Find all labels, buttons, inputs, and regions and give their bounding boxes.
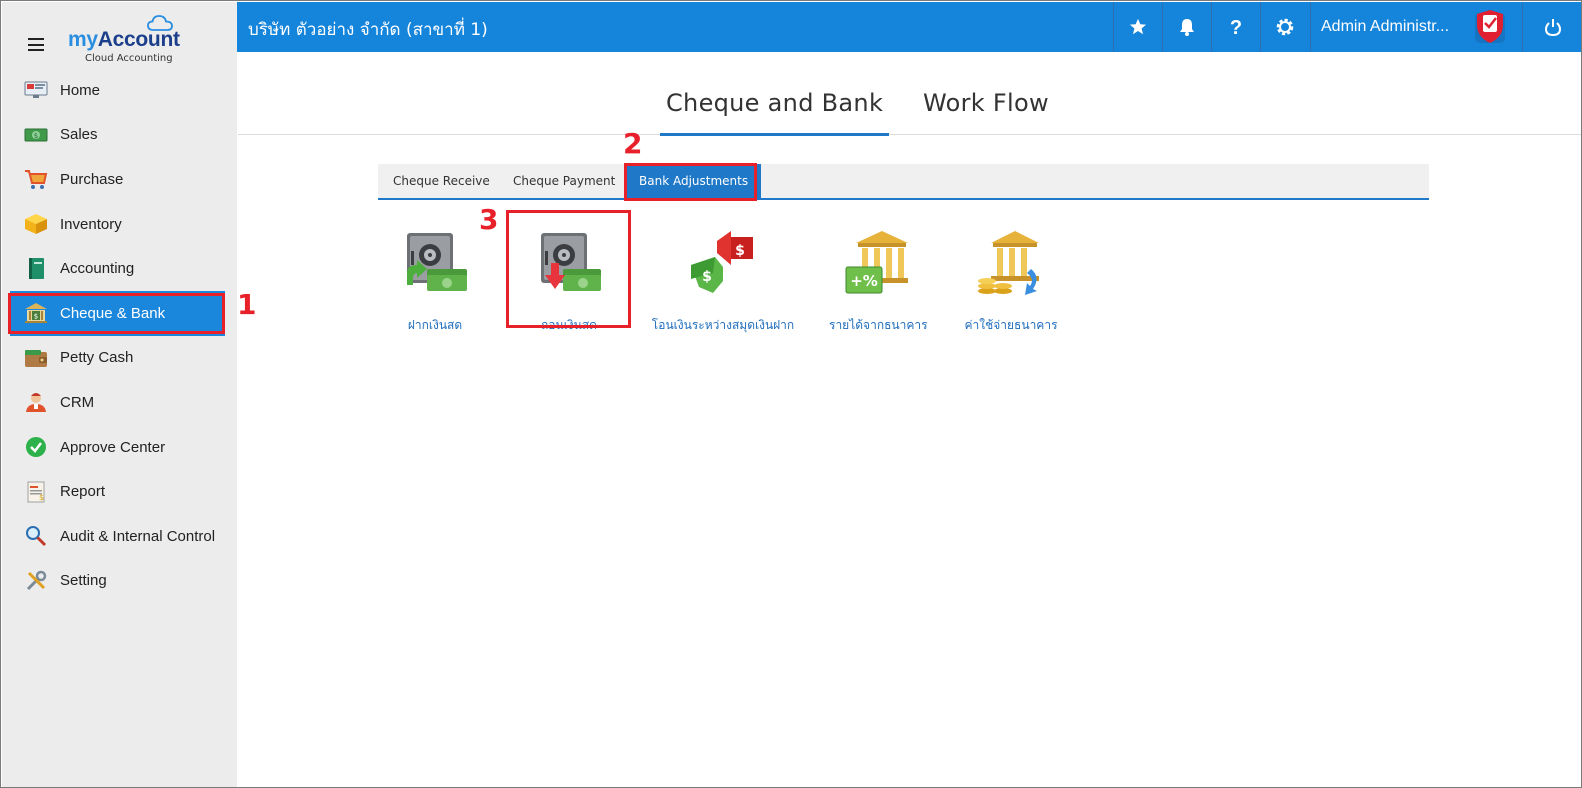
book-icon bbox=[24, 257, 48, 281]
tab-cheque-receive[interactable]: Cheque Receive bbox=[393, 164, 490, 198]
home-monitor-icon bbox=[24, 78, 48, 102]
tile-label: ค่าใช้จ่ายธนาคาร bbox=[964, 318, 1058, 332]
company-name[interactable]: บริษัท ตัวอย่าง จำกัด (สาขาที่ 1) bbox=[248, 16, 488, 43]
safe-deposit-icon bbox=[407, 233, 467, 291]
svg-text:+%: +% bbox=[850, 272, 878, 290]
help-icon[interactable]: ? bbox=[1211, 2, 1260, 52]
report-icon: $ bbox=[24, 480, 48, 504]
gear-icon[interactable] bbox=[1260, 2, 1309, 52]
svg-text:?: ? bbox=[1230, 17, 1242, 37]
tile-label: โอนเงินระหว่างสมุดเงินฝาก bbox=[651, 318, 795, 332]
user-menu[interactable]: Admin Administr... bbox=[1310, 2, 1475, 52]
power-icon[interactable] bbox=[1522, 2, 1581, 52]
annotation-box-3 bbox=[506, 210, 631, 328]
sidebar-item-accounting[interactable]: Accounting bbox=[2, 246, 237, 291]
sidebar-item-setting[interactable]: Setting bbox=[2, 559, 237, 604]
tab-work-flow[interactable]: Work Flow bbox=[923, 89, 1049, 117]
brand-name: myAccount bbox=[68, 28, 180, 51]
sidebar-nav: Home $ Sales Purchase Inventory Accounti… bbox=[2, 68, 237, 603]
tile-label: ฝากเงินสด bbox=[407, 318, 463, 332]
check-circle-icon bbox=[24, 435, 48, 459]
menu-icon[interactable] bbox=[28, 38, 44, 51]
tile-bank-expense[interactable]: ค่าใช้จ่ายธนาคาร bbox=[963, 229, 1059, 335]
sidebar-item-audit[interactable]: Audit & Internal Control bbox=[2, 514, 237, 559]
app-window: myAccount Cloud Accounting Home $ Sales bbox=[0, 0, 1582, 788]
money-transfer-icon: $ $ bbox=[691, 231, 753, 293]
box-icon bbox=[24, 212, 48, 236]
svg-text:$: $ bbox=[702, 269, 712, 285]
sidebar-item-crm[interactable]: CRM bbox=[2, 380, 237, 425]
tab-cheque-payment[interactable]: Cheque Payment bbox=[513, 164, 615, 198]
sidebar-item-home[interactable]: Home bbox=[2, 68, 237, 113]
annotation-number-3: 3 bbox=[479, 203, 499, 236]
tile-transfer-between-accounts[interactable]: $ $ โอนเงินระหว่างสมุดเงินฝาก bbox=[651, 229, 795, 335]
sidebar-item-approve-center[interactable]: Approve Center bbox=[2, 425, 237, 470]
sub-tabs: Cheque Receive Cheque Payment Bank Adjus… bbox=[378, 164, 1429, 200]
tab-cheque-and-bank[interactable]: Cheque and Bank bbox=[659, 89, 890, 136]
sidebar-item-petty-cash[interactable]: Petty Cash bbox=[2, 336, 237, 381]
top-bar: บริษัท ตัวอย่าง จำกัด (สาขาที่ 1) ? Admi… bbox=[237, 2, 1581, 52]
tile-label: รายได้จากธนาคาร bbox=[829, 318, 928, 332]
logo[interactable]: myAccount Cloud Accounting bbox=[68, 14, 188, 64]
svg-text:$: $ bbox=[34, 132, 38, 140]
cart-icon bbox=[24, 167, 48, 191]
logo-area: myAccount Cloud Accounting bbox=[2, 2, 237, 68]
bank-expense-icon bbox=[978, 231, 1039, 295]
brand-subtitle: Cloud Accounting bbox=[85, 53, 173, 64]
star-icon[interactable] bbox=[1113, 2, 1162, 52]
annotation-number-2: 2 bbox=[623, 127, 643, 160]
sidebar-item-purchase[interactable]: Purchase bbox=[2, 157, 237, 202]
people-icon bbox=[24, 390, 48, 414]
wallet-icon bbox=[24, 346, 48, 370]
main-tabs: Cheque and Bank Work Flow bbox=[238, 52, 1581, 136]
annotation-box-2 bbox=[624, 163, 757, 201]
sidebar: myAccount Cloud Accounting Home $ Sales bbox=[2, 2, 237, 787]
tools-icon bbox=[24, 569, 48, 593]
magnifier-icon bbox=[24, 524, 48, 548]
annotation-number-1: 1 bbox=[237, 288, 257, 321]
tile-bank-income[interactable]: +% รายได้จากธนาคาร bbox=[829, 229, 928, 335]
sidebar-item-inventory[interactable]: Inventory bbox=[2, 202, 237, 247]
bell-icon[interactable] bbox=[1162, 2, 1211, 52]
sidebar-item-sales[interactable]: $ Sales bbox=[2, 113, 237, 158]
tile-cash-deposit[interactable]: ฝากเงินสด bbox=[398, 229, 472, 335]
sidebar-item-report[interactable]: $ Report bbox=[2, 469, 237, 514]
bank-income-icon: +% bbox=[845, 231, 908, 294]
svg-text:$: $ bbox=[735, 243, 745, 259]
cash-icon: $ bbox=[24, 123, 48, 147]
shield-check-icon[interactable] bbox=[1473, 9, 1507, 45]
annotation-box-1 bbox=[8, 293, 225, 334]
svg-text:$: $ bbox=[39, 493, 44, 502]
